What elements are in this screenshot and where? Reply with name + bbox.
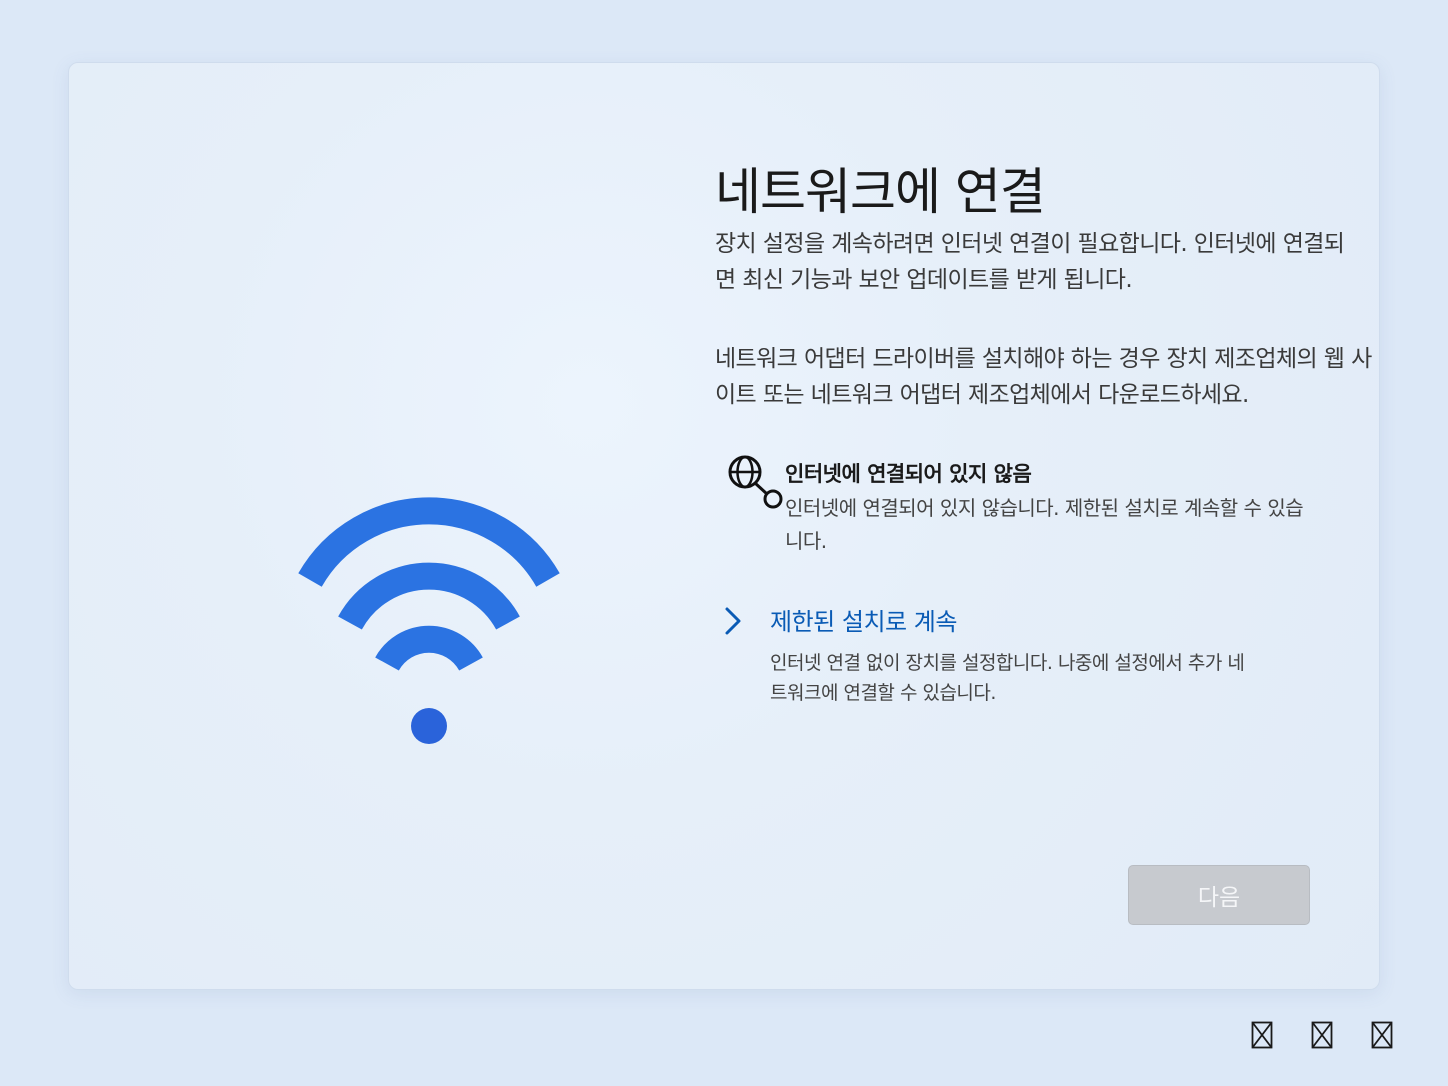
- accessibility-icon[interactable]: [1311, 1021, 1333, 1049]
- wifi-icon: [298, 497, 560, 744]
- continue-limited-setup-link[interactable]: 제한된 설치로 계속: [770, 602, 957, 637]
- continue-limited-setup-option[interactable]: 제한된 설치로 계속 인터넷 연결 없이 장치를 설정합니다. 나중에 설정에서…: [716, 598, 1256, 718]
- globe-disconnected-icon: [728, 455, 783, 509]
- power-icon[interactable]: [1371, 1021, 1393, 1049]
- network-icon[interactable]: [1251, 1021, 1273, 1049]
- next-button[interactable]: 다음: [1128, 865, 1310, 925]
- driver-description: 네트워크 어댑터 드라이버를 설치해야 하는 경우 장치 제조업체의 웹 사이트…: [715, 346, 1372, 408]
- page-title: 네트워크에 연결: [715, 163, 1046, 221]
- page-description: 장치 설정을 계속하려면 인터넷 연결이 필요합니다. 인터넷에 연결되면 최신…: [715, 231, 1345, 293]
- status-description: 인터넷에 연결되어 있지 않습니다. 제한된 설치로 계속할 수 있습니다.: [785, 496, 1304, 553]
- status-title: 인터넷에 연결되어 있지 않음: [785, 462, 1032, 486]
- chevron-right-icon: [725, 607, 741, 635]
- limited-setup-description: 인터넷 연결 없이 장치를 설정합니다. 나중에 설정에서 추가 네트워크에 연…: [770, 652, 1245, 704]
